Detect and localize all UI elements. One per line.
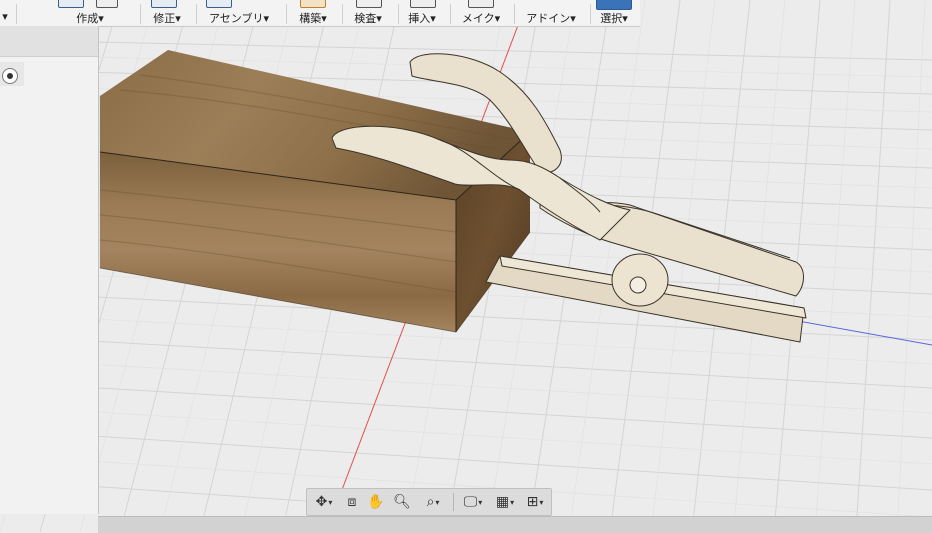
menu-construct-label: 構築▾ xyxy=(299,12,327,25)
viewports-button[interactable]: ⊞ ▾ xyxy=(521,493,549,511)
active-radio-button[interactable] xyxy=(2,68,18,84)
menu-insert[interactable]: 挿入▾ xyxy=(402,0,442,26)
modify-icon xyxy=(151,0,177,8)
orbit-button[interactable]: ✥ ▾ xyxy=(309,493,339,511)
separator xyxy=(140,4,141,24)
menu-insert-label: 挿入▾ xyxy=(408,12,436,25)
display-settings-button[interactable]: 🖵 ▾ xyxy=(457,493,489,511)
caret-label: ▾ xyxy=(2,10,8,23)
orbit-icon: ✥ xyxy=(315,494,328,510)
separator xyxy=(514,4,515,24)
pan-button[interactable]: ✋ xyxy=(365,493,387,511)
browser-panel xyxy=(0,26,99,514)
timeline-bar[interactable] xyxy=(98,516,932,533)
menu-modify[interactable]: 修正▾ xyxy=(145,0,189,26)
zoom-button[interactable]: 🔍︎ xyxy=(391,493,413,511)
ribbon-toolbar: ▾ 作成▾ 修正▾ アセンブリ▾ 構築▾ 検査▾ 挿入▾ メイク▾ アドイン▾ … xyxy=(0,0,640,27)
browser-panel-header xyxy=(0,26,98,57)
separator xyxy=(342,4,343,24)
menu-addins-label: アドイン▾ xyxy=(526,12,576,25)
select-arrow-icon xyxy=(596,0,632,10)
display-settings-icon: 🖵 xyxy=(463,494,478,510)
separator xyxy=(398,4,399,24)
canvas-viewport[interactable] xyxy=(0,0,932,532)
construct-icon xyxy=(300,0,326,8)
look-at-button[interactable]: ⧈ xyxy=(341,493,363,511)
separator xyxy=(450,4,451,24)
grid-settings-icon: ▦ xyxy=(495,494,510,510)
joint-icon xyxy=(252,0,270,6)
create-sketch-icon xyxy=(96,0,118,8)
zoom-window-icon: ⌕ xyxy=(426,494,435,510)
separator xyxy=(286,4,287,24)
chevron-down-icon: ▾ xyxy=(539,497,544,507)
inspect-icon xyxy=(356,0,382,8)
chevron-down-icon: ▾ xyxy=(435,497,440,507)
separator xyxy=(196,4,197,24)
menu-inspect-label: 検査▾ xyxy=(354,12,382,25)
grid-settings-button[interactable]: ▦ ▾ xyxy=(491,493,519,511)
menu-addins[interactable]: アドイン▾ xyxy=(518,0,584,26)
menu-select-label: 選択▾ xyxy=(600,12,628,25)
navigation-bar: ✥ ▾ ⧈ ✋ 🔍︎ ⌕ ▾ 🖵 ▾ ▦ ▾ ⊞ ▾ xyxy=(306,488,552,516)
zoom-icon: 🔍︎ xyxy=(393,494,411,510)
addins-icon xyxy=(546,0,560,6)
look-at-icon: ⧈ xyxy=(347,494,357,510)
menu-select[interactable]: 選択▾ xyxy=(594,0,634,26)
menu-assembly-label: アセンブリ▾ xyxy=(209,12,269,25)
menu-construct[interactable]: 構築▾ xyxy=(290,0,336,26)
create-icon xyxy=(58,0,84,8)
menu-modify-label: 修正▾ xyxy=(153,12,181,25)
toolbar-left-caret[interactable]: ▾ xyxy=(0,0,10,26)
chevron-down-icon: ▾ xyxy=(510,497,515,507)
menu-make[interactable]: メイク▾ xyxy=(454,0,508,26)
menu-create-label: 作成▾ xyxy=(76,12,104,25)
chevron-down-icon: ▾ xyxy=(478,497,483,507)
insert-icon xyxy=(410,0,436,8)
fit-button[interactable]: ⌕ ▾ xyxy=(417,493,449,511)
menu-create[interactable]: 作成▾ xyxy=(58,0,122,26)
separator xyxy=(16,4,17,24)
separator xyxy=(590,4,591,24)
menu-assembly[interactable]: アセンブリ▾ xyxy=(200,0,278,26)
menu-inspect[interactable]: 検査▾ xyxy=(346,0,390,26)
menu-make-label: メイク▾ xyxy=(461,12,501,25)
viewports-icon: ⊞ xyxy=(526,494,539,510)
pan-hand-icon: ✋ xyxy=(367,494,385,510)
assembly-icon xyxy=(206,0,232,8)
chevron-down-icon: ▾ xyxy=(328,497,333,507)
make-icon xyxy=(468,0,494,8)
separator xyxy=(453,493,454,511)
